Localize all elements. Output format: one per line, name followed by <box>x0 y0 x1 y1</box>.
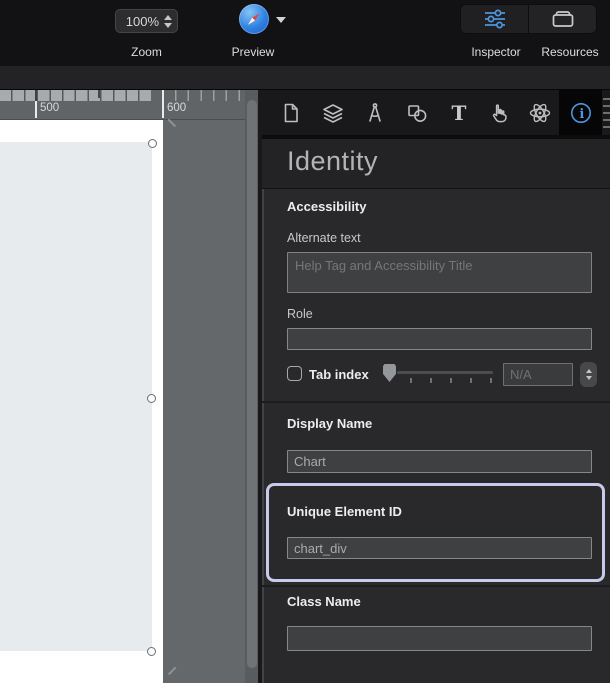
preview-dropdown-caret[interactable] <box>276 17 286 23</box>
pointer-hand-icon <box>492 103 507 122</box>
safari-compass-icon <box>246 11 262 27</box>
tab-document-inspector[interactable] <box>270 90 312 135</box>
ruler-label-600: 600 <box>167 102 187 114</box>
section-separator <box>262 401 610 403</box>
resources-caption: Resources <box>541 45 599 59</box>
slider-tick <box>450 378 452 383</box>
zoom-value: 100% <box>125 13 159 29</box>
role-label: Role <box>287 307 313 321</box>
ruler-major-tick-600 <box>162 90 164 118</box>
slider-tick <box>410 378 412 383</box>
atom-icon <box>529 103 551 122</box>
scrollbar-thumb[interactable] <box>246 100 257 668</box>
tab-metrics-inspector[interactable] <box>354 90 396 135</box>
unique-element-id-header: Unique Element ID <box>287 504 402 519</box>
ruler-selection-highlight <box>0 90 151 101</box>
zoom-caption: Zoom <box>131 45 162 59</box>
inspector-resources-segmented-control <box>460 4 597 34</box>
unique-element-id-highlight <box>266 483 605 582</box>
slider-tick <box>490 378 492 383</box>
ruler-major-tick-500 <box>35 90 37 101</box>
ruler-label-500: 500 <box>40 102 60 114</box>
toolbar: 100% Zoom Preview Inspector Resources <box>0 0 610 66</box>
zoom-stepper-arrows[interactable] <box>164 14 172 28</box>
tab-physics-inspector[interactable] <box>519 90 561 135</box>
alternate-text-input[interactable] <box>287 252 592 293</box>
tab-actions-inspector[interactable] <box>478 90 520 135</box>
resources-button[interactable] <box>529 5 596 33</box>
tab-index-value-input[interactable] <box>503 363 573 386</box>
class-name-header: Class Name <box>287 594 361 609</box>
ruler-major-tick-500-lower <box>35 101 37 118</box>
display-name-header: Display Name <box>287 416 373 431</box>
layers-icon <box>323 103 343 123</box>
sliders-icon <box>484 9 505 29</box>
zoom-stepper[interactable]: 100% <box>115 9 178 33</box>
slider-tick <box>470 378 472 383</box>
slider-tick <box>430 378 432 383</box>
page-title: Identity <box>287 146 379 176</box>
selected-chart-element[interactable] <box>0 142 152 651</box>
chevron-up-icon <box>164 14 172 20</box>
ruler-mid-tick-550 <box>98 90 100 98</box>
chevron-up-icon <box>585 369 592 373</box>
alternate-text-label: Alternate text <box>287 231 361 245</box>
toolbar-lower-band <box>0 66 610 90</box>
tab-typography-inspector[interactable]: T <box>437 90 479 135</box>
tab-scene-layers-inspector[interactable] <box>312 90 354 135</box>
tab-index-slider-track[interactable] <box>397 371 493 374</box>
app-window: 100% Zoom Preview Inspector Resources 50… <box>0 0 610 683</box>
text-icon: T <box>452 101 467 125</box>
tab-index-stepper[interactable] <box>580 362 597 387</box>
accessibility-header: Accessibility <box>287 199 367 214</box>
preview-button[interactable] <box>239 4 269 34</box>
info-icon: i <box>570 102 591 123</box>
tab-index-label: Tab index <box>309 367 369 382</box>
drafting-compass-icon <box>369 102 381 122</box>
svg-text:i: i <box>579 107 584 122</box>
vertical-scrollbar[interactable] <box>245 90 258 683</box>
tab-element-inspector[interactable] <box>396 90 438 135</box>
svg-text:T: T <box>452 101 467 125</box>
chevron-down-icon <box>164 22 172 28</box>
selection-handle-bottom-right[interactable] <box>146 646 156 656</box>
ruler-ticks <box>151 90 245 101</box>
document-icon <box>284 103 298 122</box>
horizontal-ruler: 500 600 <box>0 90 245 120</box>
shapes-icon <box>408 104 427 122</box>
resources-box-icon <box>552 11 573 27</box>
display-name-input[interactable] <box>287 450 592 473</box>
selection-handle-top-right[interactable] <box>147 138 157 148</box>
section-separator <box>262 585 610 587</box>
selection-handle-mid-right[interactable] <box>146 393 156 403</box>
unique-element-id-input[interactable] <box>287 537 592 559</box>
tab-identity-inspector[interactable]: i <box>559 90 602 135</box>
inspector-toggle-button[interactable] <box>461 5 529 33</box>
tab-index-checkbox[interactable] <box>287 366 302 381</box>
inspector-caption: Inspector <box>471 45 521 59</box>
role-input[interactable] <box>287 328 592 350</box>
class-name-input[interactable] <box>287 626 592 651</box>
preview-caption: Preview <box>231 45 275 59</box>
chevron-down-icon <box>585 376 592 380</box>
